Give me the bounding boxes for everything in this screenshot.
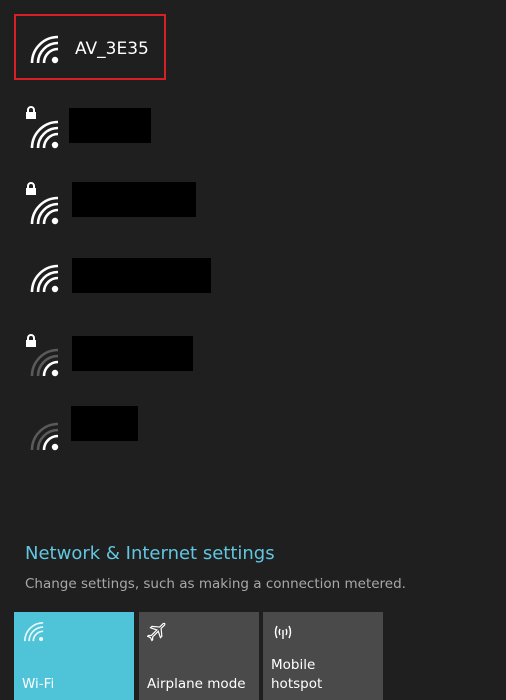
network-item-redacted-3[interactable] [0, 250, 506, 324]
redacted-network-name [72, 182, 196, 217]
redacted-network-name [72, 336, 193, 371]
wifi-tile-label: Wi-Fi [22, 676, 55, 692]
highlight-box [14, 14, 166, 80]
redacted-network-name [71, 406, 138, 441]
hotspot-tile-label: Mobile hotspot [271, 656, 322, 694]
network-item-redacted-5[interactable] [0, 402, 506, 476]
wifi-signal-weak-icon [30, 422, 59, 451]
wifi-toggle-tile[interactable]: Wi-Fi [14, 612, 134, 700]
airplane-tile-label: Airplane mode [147, 676, 246, 692]
redacted-network-name [69, 108, 151, 143]
network-item-redacted-1[interactable] [0, 100, 506, 174]
hotspot-label-line2: hotspot [271, 676, 323, 692]
wifi-signal-full-icon [30, 196, 59, 225]
mobile-hotspot-tile[interactable]: Mobile hotspot [263, 612, 383, 700]
wifi-signal-full-icon [30, 264, 59, 293]
airplane-mode-tile[interactable]: Airplane mode [139, 612, 259, 700]
hotspot-label-line1: Mobile [271, 657, 316, 673]
wifi-signal-weak-icon [30, 348, 59, 377]
redacted-network-name [72, 258, 211, 293]
network-item-redacted-2[interactable] [0, 176, 506, 250]
hotspot-icon [274, 625, 292, 639]
wifi-icon [23, 621, 44, 642]
settings-description: Change settings, such as making a connec… [25, 576, 406, 592]
wifi-signal-full-icon [30, 120, 59, 149]
airplane-icon [147, 622, 166, 642]
network-internet-settings-link[interactable]: Network & Internet settings [25, 542, 275, 566]
network-flyout: AV_3E35 Network & Internet settings Chan… [0, 0, 506, 700]
network-item-redacted-4[interactable] [0, 328, 506, 402]
